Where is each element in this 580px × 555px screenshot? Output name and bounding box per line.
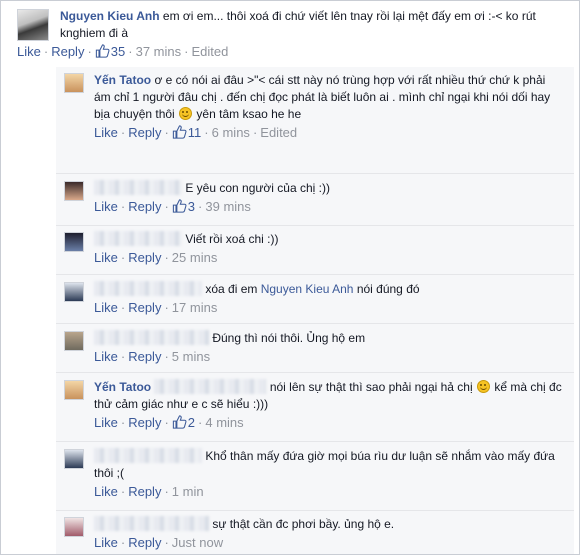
comment-author[interactable]: Nguyen Kieu Anh: [60, 9, 160, 23]
comment-actions: Like · Reply · 17 mins: [94, 300, 218, 315]
top-comment: Nguyen Kieu Anh em ơi em... thôi xoá đi …: [17, 9, 557, 69]
divider: [56, 441, 574, 442]
redacted-author: [94, 448, 202, 463]
timestamp[interactable]: 17 mins: [172, 300, 218, 315]
comment-text: Viết rồi xoá chi :)): [185, 232, 279, 246]
comment-author[interactable]: Yến Tatoo: [94, 380, 151, 394]
comment-actions: Like · Reply · Just now: [94, 535, 224, 550]
timestamp[interactable]: 6 mins: [212, 125, 250, 140]
avatar[interactable]: [64, 517, 84, 537]
avatar[interactable]: [64, 449, 84, 469]
timestamp[interactable]: 4 mins: [205, 415, 243, 430]
reply-link[interactable]: Reply: [128, 199, 161, 214]
comment-actions: Like · Reply · 11 · 6 mins · Edited: [94, 125, 298, 140]
comment-text: nói lên sự thật thì sao phải ngại hả chị: [269, 380, 473, 394]
avatar[interactable]: [17, 9, 49, 41]
timestamp[interactable]: Just now: [172, 535, 223, 550]
like-link[interactable]: Like: [94, 349, 118, 364]
comment-actions: Like · Reply · 35 · 37 mins · Edited: [17, 44, 229, 59]
avatar[interactable]: [64, 331, 84, 351]
redacted-author: [94, 330, 209, 345]
like-link[interactable]: Like: [94, 415, 118, 430]
like-link[interactable]: Like: [94, 250, 118, 265]
comment-text-end: nói đúng đó: [356, 282, 420, 296]
timestamp[interactable]: 37 mins: [136, 44, 182, 59]
reply-link[interactable]: Reply: [128, 250, 161, 265]
redacted-author: [94, 231, 182, 246]
thumbs-up-icon[interactable]: [172, 415, 187, 429]
comments-panel: Nguyen Kieu Anh em ơi em... thôi xoá đi …: [0, 0, 580, 555]
comment-actions: Like · Reply · 25 mins: [94, 250, 218, 265]
comment-actions: Like · Reply · 3 · 39 mins: [94, 199, 251, 214]
mention-link[interactable]: Nguyen Kieu Anh: [261, 282, 354, 296]
divider: [56, 225, 574, 226]
like-count[interactable]: 2: [188, 415, 195, 430]
comment-text: ơ e có nói ai đâu >"< cái stt này nó trù…: [94, 73, 551, 121]
comment-actions: Like · Reply · 1 min: [94, 484, 204, 499]
divider: [56, 274, 574, 275]
like-count[interactable]: 11: [188, 125, 202, 140]
comment-text-end: yên tâm ksao he he: [196, 107, 302, 121]
redacted-mention: [154, 379, 267, 394]
timestamp[interactable]: 25 mins: [172, 250, 218, 265]
reply-link[interactable]: Reply: [51, 44, 84, 59]
comment-text: sự thật cần đc phơi bầy. ủng hộ e.: [212, 517, 395, 531]
divider: [56, 510, 574, 511]
like-count[interactable]: 35: [111, 44, 125, 59]
timestamp[interactable]: 1 min: [172, 484, 204, 499]
like-link[interactable]: Like: [94, 535, 118, 550]
divider: [56, 323, 574, 324]
edited-label: Edited: [191, 44, 229, 59]
avatar[interactable]: [64, 380, 84, 400]
thumbs-up-icon[interactable]: [172, 199, 187, 213]
like-link[interactable]: Like: [94, 484, 118, 499]
comment-actions: Like · Reply · 2 · 4 mins: [94, 415, 244, 430]
avatar[interactable]: [64, 232, 84, 252]
comment-text: Đúng thì nói thôi. Ủng hộ em: [212, 331, 366, 345]
like-link[interactable]: Like: [94, 199, 118, 214]
smiley-emoji-icon: [477, 380, 490, 393]
comment-text: xóa đi em: [205, 282, 258, 296]
reply-link[interactable]: Reply: [128, 535, 161, 550]
reply-link[interactable]: Reply: [128, 300, 161, 315]
like-link[interactable]: Like: [17, 44, 41, 59]
divider: [56, 372, 574, 373]
smiley-emoji-icon: [179, 107, 193, 120]
timestamp[interactable]: 5 mins: [172, 349, 210, 364]
reply-link[interactable]: Reply: [128, 484, 161, 499]
redacted-author: [94, 180, 182, 195]
redacted-author: [94, 516, 209, 531]
avatar[interactable]: [64, 282, 84, 302]
reply-link[interactable]: Reply: [128, 125, 161, 140]
comment-actions: Like · Reply · 5 mins: [94, 349, 211, 364]
timestamp[interactable]: 39 mins: [205, 199, 251, 214]
avatar[interactable]: [64, 73, 84, 93]
like-link[interactable]: Like: [94, 300, 118, 315]
comment-text: E yêu con người của chị :)): [185, 181, 330, 195]
reply-link[interactable]: Reply: [128, 415, 161, 430]
redacted-author: [94, 281, 202, 296]
avatar[interactable]: [64, 181, 84, 201]
divider: [56, 173, 574, 174]
comment-author[interactable]: Yến Tatoo: [94, 73, 151, 87]
reply-link[interactable]: Reply: [128, 349, 161, 364]
edited-label: Edited: [260, 125, 298, 140]
like-count[interactable]: 3: [188, 199, 195, 214]
thumbs-up-icon[interactable]: [172, 125, 187, 139]
like-link[interactable]: Like: [94, 125, 118, 140]
thumbs-up-icon[interactable]: [95, 44, 110, 58]
